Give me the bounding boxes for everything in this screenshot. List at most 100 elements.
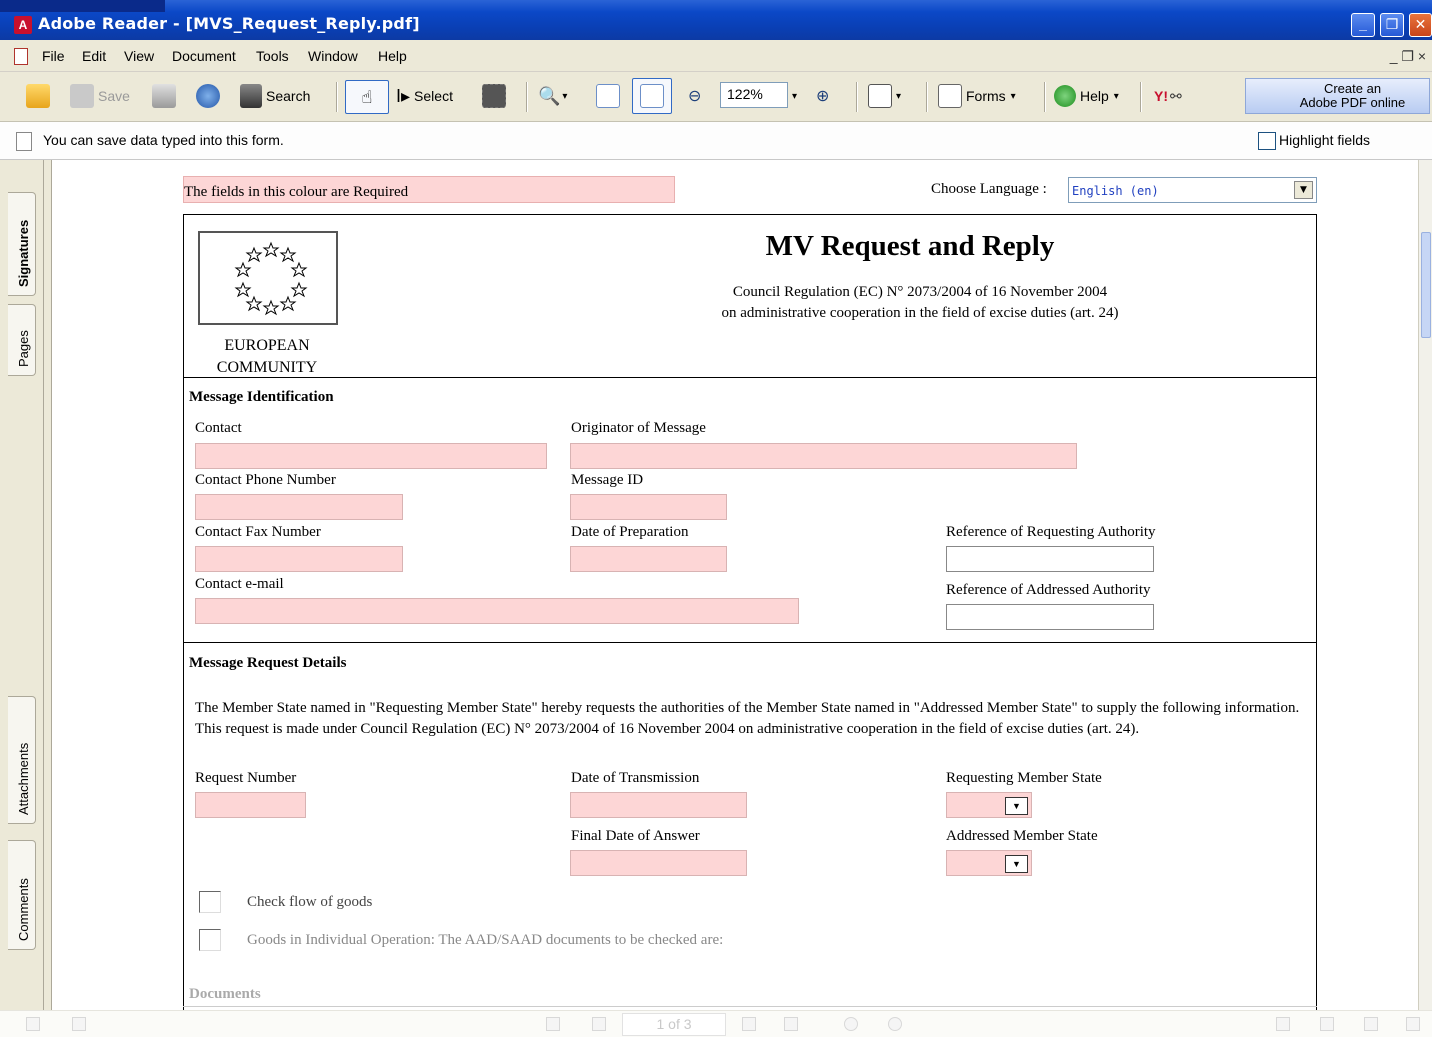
contact-field[interactable] (195, 443, 547, 469)
documents-table-top (183, 1006, 1317, 1007)
originator-field[interactable] (570, 443, 1077, 469)
maximize-button[interactable]: ❐ (1380, 13, 1404, 37)
create-line1: Create an (1323, 81, 1382, 96)
first-page-icon[interactable] (546, 1017, 560, 1031)
minimize-button[interactable]: _ (1351, 13, 1375, 37)
navigation-panel: Signatures Pages Attachments Comments (0, 160, 44, 1010)
request-number-field[interactable] (195, 792, 306, 818)
fit-width-icon (640, 84, 664, 108)
fax-label: Contact Fax Number (195, 524, 321, 540)
tab-attachments[interactable]: Attachments (8, 696, 36, 824)
document-message-bar: You can save data typed into this form. … (0, 122, 1432, 160)
snapshot-button[interactable] (482, 82, 510, 110)
next-page-icon[interactable] (742, 1017, 756, 1031)
contact-label: Contact (195, 420, 242, 436)
zoom-level-input[interactable]: 122% (720, 82, 788, 108)
check-flow-checkbox[interactable] (199, 891, 221, 913)
vertical-scrollbar[interactable] (1418, 160, 1432, 1010)
page-layout-icon[interactable] (26, 1017, 40, 1031)
highlight-fields-label: Highlight fields (1279, 132, 1371, 148)
zoom-in-tool-button[interactable]: 🔍 ▾ (538, 82, 567, 110)
single-page-icon[interactable] (1276, 1017, 1290, 1031)
go-back-icon[interactable] (844, 1017, 858, 1031)
request-number-label: Request Number (195, 770, 297, 786)
email-field[interactable] (195, 598, 799, 624)
forms-button[interactable]: Forms ▾ (938, 82, 1016, 110)
help-button[interactable]: Help ▾ (1054, 82, 1119, 110)
toolbar-separator (336, 82, 338, 112)
fit-width-button[interactable] (632, 78, 672, 114)
binoculars-icon: ⚯ (1170, 87, 1182, 104)
rotate-view-button[interactable]: ▾ (868, 82, 901, 110)
requesting-ms-select[interactable]: ▼ (946, 792, 1032, 818)
menu-file[interactable]: File (42, 48, 65, 64)
last-page-icon[interactable] (784, 1017, 798, 1031)
pages-icon (868, 84, 892, 108)
ref-requesting-field[interactable] (946, 546, 1154, 572)
menu-tools[interactable]: Tools (256, 48, 289, 64)
fax-field[interactable] (195, 546, 403, 572)
select-tool-button[interactable]: I▸ Select (396, 82, 453, 110)
save-button[interactable]: Save (70, 82, 130, 110)
tab-pages[interactable]: Pages (8, 304, 36, 376)
tab-comments[interactable]: Comments (8, 840, 36, 950)
adobe-reader-icon: A (14, 16, 32, 34)
actual-size-button[interactable] (596, 82, 624, 110)
toolbar-separator (926, 82, 928, 112)
close-button[interactable]: ✕ (1409, 13, 1432, 37)
previous-page-icon[interactable] (592, 1017, 606, 1031)
chevron-down-icon[interactable]: ▼ (1005, 855, 1028, 873)
scrollbar-thumb[interactable] (1421, 232, 1431, 338)
phone-field[interactable] (195, 494, 403, 520)
language-select[interactable]: English (en) ▼ (1068, 177, 1317, 203)
chevron-down-icon: ▾ (562, 90, 568, 102)
yahoo-toolbar-button[interactable]: Y! ⚯ (1154, 82, 1182, 110)
goods-individual-checkbox[interactable] (199, 929, 221, 951)
ref-addressed-field[interactable] (946, 604, 1154, 630)
panel-splitter[interactable] (44, 160, 52, 1010)
facing-icon[interactable] (1364, 1017, 1378, 1031)
hand-icon: ☝ (361, 86, 373, 107)
menu-bar: File Edit View Document Tools Window Hel… (0, 40, 1432, 72)
request-paragraph: The Member State named in "Requesting Me… (195, 700, 1300, 737)
final-date-field[interactable] (570, 850, 747, 876)
toolbar-separator (1044, 82, 1046, 112)
search-button[interactable]: Search (240, 82, 310, 110)
highlight-fields-checkbox[interactable] (1258, 132, 1276, 150)
menu-edit[interactable]: Edit (82, 48, 106, 64)
document-window-controls[interactable]: _ ❐ × (1390, 48, 1426, 65)
hand-tool-button[interactable]: ☝ (345, 80, 389, 114)
continuous-icon[interactable] (1320, 1017, 1334, 1031)
eu-emblem (198, 231, 338, 325)
minus-circle-icon: ⊖ (688, 88, 702, 105)
chevron-down-icon[interactable]: ▼ (1005, 797, 1028, 815)
go-forward-icon[interactable] (888, 1017, 902, 1031)
menu-help[interactable]: Help (378, 48, 407, 64)
chevron-down-icon: ▾ (896, 90, 902, 102)
menu-window[interactable]: Window (308, 48, 358, 64)
chevron-down-icon[interactable]: ▼ (1294, 181, 1313, 199)
chevron-down-icon: ▾ (1010, 90, 1016, 102)
create-pdf-online-button[interactable]: Create an Adobe PDF online (1245, 78, 1430, 114)
tab-signatures[interactable]: Signatures (8, 192, 36, 296)
addressed-ms-select[interactable]: ▼ (946, 850, 1032, 876)
menu-view[interactable]: View (124, 48, 154, 64)
continuous-facing-icon[interactable] (1406, 1017, 1420, 1031)
email-button[interactable] (196, 82, 224, 110)
page-number-field[interactable]: 1 of 3 (622, 1013, 726, 1036)
zoom-dropdown[interactable]: ▾ (792, 82, 797, 110)
open-button[interactable] (26, 82, 54, 110)
create-line2: Adobe PDF online (1299, 95, 1406, 110)
title-bar: A Adobe Reader - [MVS_Request_Reply.pdf]… (0, 0, 1432, 40)
zoom-out-button[interactable]: ⊖ (688, 82, 701, 110)
check-flow-label: Check flow of goods (247, 894, 373, 910)
message-id-field[interactable] (570, 494, 727, 520)
menu-document[interactable]: Document (172, 48, 236, 64)
zoom-in-button[interactable]: ⊕ (816, 82, 829, 110)
tab-pages-label: Pages (16, 330, 31, 367)
date-transmission-field[interactable] (570, 792, 747, 818)
status-bar: 1 of 3 (0, 1010, 1432, 1037)
print-button[interactable] (152, 82, 180, 110)
date-preparation-field[interactable] (570, 546, 727, 572)
magnifier-icon: 🔍 (538, 85, 561, 106)
